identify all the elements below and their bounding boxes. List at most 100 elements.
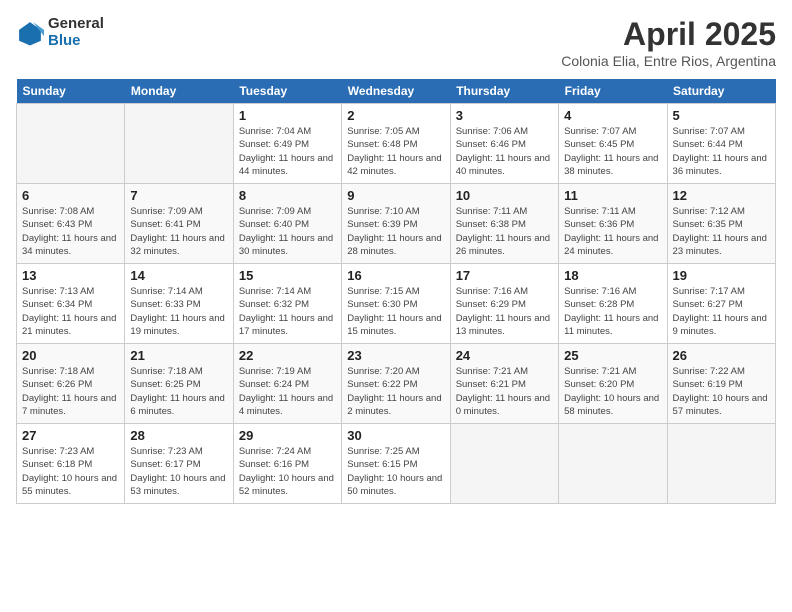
calendar-cell: 13 Sunrise: 7:13 AMSunset: 6:34 PMDayligh… [17,264,125,344]
day-info: Sunrise: 7:17 AMSunset: 6:27 PMDaylight:… [673,285,770,338]
day-info: Sunrise: 7:16 AMSunset: 6:29 PMDaylight:… [456,285,553,338]
day-number: 26 [673,348,770,363]
day-number: 30 [347,428,444,443]
calendar-cell: 1Sunrise: 7:04 AMSunset: 6:49 PMDaylight… [233,104,341,184]
day-info: Sunrise: 7:09 AMSunset: 6:41 PMDaylight:… [130,205,227,258]
calendar-cell: 5 Sunrise: 7:07 AMSunset: 6:44 PMDaylight… [667,104,775,184]
day-info: Sunrise: 7:19 AMSunset: 6:24 PMDaylight:… [239,365,336,418]
day-number: 15 [239,268,336,283]
day-header-friday: Friday [559,79,667,104]
day-number: 24 [456,348,553,363]
calendar-week-5: 27Sunrise: 7:23 AMSunset: 6:18 PMDayligh… [17,424,776,504]
calendar-cell: 20 Sunrise: 7:18 AMSunset: 6:26 PMDayligh… [17,344,125,424]
day-info: Sunrise: 7:05 AMSunset: 6:48 PMDaylight:… [347,125,444,178]
day-number: 9 [347,188,444,203]
day-number: 19 [673,268,770,283]
calendar-cell: 12 Sunrise: 7:12 AMSunset: 6:35 PMDayligh… [667,184,775,264]
day-info: Sunrise: 7:12 AMSunset: 6:35 PMDaylight:… [673,205,770,258]
day-header-saturday: Saturday [667,79,775,104]
day-header-sunday: Sunday [17,79,125,104]
calendar-cell: 29 Sunrise: 7:24 AMSunset: 6:16 PMDayligh… [233,424,341,504]
calendar-cell [17,104,125,184]
logo-blue: Blue [48,33,104,50]
day-number: 4 [564,108,661,123]
calendar-week-4: 20 Sunrise: 7:18 AMSunset: 6:26 PMDayligh… [17,344,776,424]
calendar-cell: 2 Sunrise: 7:05 AMSunset: 6:48 PMDaylight… [342,104,450,184]
calendar-cell: 28Sunrise: 7:23 AMSunset: 6:17 PMDayligh… [125,424,233,504]
day-info: Sunrise: 7:22 AMSunset: 6:19 PMDaylight:… [673,365,770,418]
day-info: Sunrise: 7:09 AMSunset: 6:40 PMDaylight:… [239,205,336,258]
calendar-cell: 9 Sunrise: 7:10 AMSunset: 6:39 PMDaylight… [342,184,450,264]
day-number: 10 [456,188,553,203]
day-info: Sunrise: 7:04 AMSunset: 6:49 PMDaylight:… [239,125,336,178]
day-info: Sunrise: 7:18 AMSunset: 6:25 PMDaylight:… [130,365,227,418]
day-number: 17 [456,268,553,283]
day-info: Sunrise: 7:18 AMSunset: 6:26 PMDaylight:… [22,365,119,418]
day-number: 29 [239,428,336,443]
day-number: 11 [564,188,661,203]
calendar-cell [667,424,775,504]
day-number: 3 [456,108,553,123]
logo-icon [16,19,44,47]
calendar-week-1: 1Sunrise: 7:04 AMSunset: 6:49 PMDaylight… [17,104,776,184]
calendar-cell: 4 Sunrise: 7:07 AMSunset: 6:45 PMDaylight… [559,104,667,184]
calendar-cell [559,424,667,504]
calendar-cell: 22 Sunrise: 7:19 AMSunset: 6:24 PMDayligh… [233,344,341,424]
calendar-cell: 14 Sunrise: 7:14 AMSunset: 6:33 PMDayligh… [125,264,233,344]
day-number: 18 [564,268,661,283]
calendar-cell: 17 Sunrise: 7:16 AMSunset: 6:29 PMDayligh… [450,264,558,344]
day-number: 7 [130,188,227,203]
day-info: Sunrise: 7:25 AMSunset: 6:15 PMDaylight:… [347,445,444,498]
day-number: 20 [22,348,119,363]
calendar-table: SundayMondayTuesdayWednesdayThursdayFrid… [16,79,776,504]
day-header-thursday: Thursday [450,79,558,104]
day-number: 28 [130,428,227,443]
day-info: Sunrise: 7:21 AMSunset: 6:21 PMDaylight:… [456,365,553,418]
calendar-cell: 26 Sunrise: 7:22 AMSunset: 6:19 PMDayligh… [667,344,775,424]
day-number: 16 [347,268,444,283]
calendar-cell: 15Sunrise: 7:14 AMSunset: 6:32 PMDayligh… [233,264,341,344]
day-number: 5 [673,108,770,123]
month-title: April 2025 [561,16,776,53]
calendar-cell [450,424,558,504]
calendar-cell: 18 Sunrise: 7:16 AMSunset: 6:28 PMDayligh… [559,264,667,344]
day-header-wednesday: Wednesday [342,79,450,104]
calendar-week-2: 6Sunrise: 7:08 AMSunset: 6:43 PMDaylight… [17,184,776,264]
calendar-cell: 6Sunrise: 7:08 AMSunset: 6:43 PMDaylight… [17,184,125,264]
day-info: Sunrise: 7:11 AMSunset: 6:38 PMDaylight:… [456,205,553,258]
calendar-cell [125,104,233,184]
day-info: Sunrise: 7:14 AMSunset: 6:33 PMDaylight:… [130,285,227,338]
day-info: Sunrise: 7:10 AMSunset: 6:39 PMDaylight:… [347,205,444,258]
day-header-monday: Monday [125,79,233,104]
day-number: 14 [130,268,227,283]
day-header-tuesday: Tuesday [233,79,341,104]
day-number: 25 [564,348,661,363]
day-info: Sunrise: 7:21 AMSunset: 6:20 PMDaylight:… [564,365,661,418]
day-number: 27 [22,428,119,443]
day-info: Sunrise: 7:24 AMSunset: 6:16 PMDaylight:… [239,445,336,498]
day-info: Sunrise: 7:07 AMSunset: 6:44 PMDaylight:… [673,125,770,178]
calendar-cell: 19 Sunrise: 7:17 AMSunset: 6:27 PMDayligh… [667,264,775,344]
day-number: 12 [673,188,770,203]
calendar-cell: 24 Sunrise: 7:21 AMSunset: 6:21 PMDayligh… [450,344,558,424]
calendar-cell: 3Sunrise: 7:06 AMSunset: 6:46 PMDaylight… [450,104,558,184]
day-info: Sunrise: 7:07 AMSunset: 6:45 PMDaylight:… [564,125,661,178]
calendar-cell: 10 Sunrise: 7:11 AMSunset: 6:38 PMDayligh… [450,184,558,264]
calendar-cell: 7 Sunrise: 7:09 AMSunset: 6:41 PMDaylight… [125,184,233,264]
logo-general: General [48,16,104,33]
calendar-cell: 23Sunrise: 7:20 AMSunset: 6:22 PMDayligh… [342,344,450,424]
calendar-cell: 16Sunrise: 7:15 AMSunset: 6:30 PMDayligh… [342,264,450,344]
title-area: April 2025 Colonia Elia, Entre Rios, Arg… [561,16,776,69]
day-info: Sunrise: 7:16 AMSunset: 6:28 PMDaylight:… [564,285,661,338]
day-number: 22 [239,348,336,363]
calendar-cell: 25 Sunrise: 7:21 AMSunset: 6:20 PMDayligh… [559,344,667,424]
day-number: 2 [347,108,444,123]
day-number: 21 [130,348,227,363]
day-number: 13 [22,268,119,283]
logo: General Blue [16,16,104,49]
header: General Blue April 2025 Colonia Elia, En… [16,16,776,69]
day-info: Sunrise: 7:13 AMSunset: 6:34 PMDaylight:… [22,285,119,338]
day-info: Sunrise: 7:20 AMSunset: 6:22 PMDaylight:… [347,365,444,418]
day-number: 6 [22,188,119,203]
calendar-cell: 30 Sunrise: 7:25 AMSunset: 6:15 PMDayligh… [342,424,450,504]
